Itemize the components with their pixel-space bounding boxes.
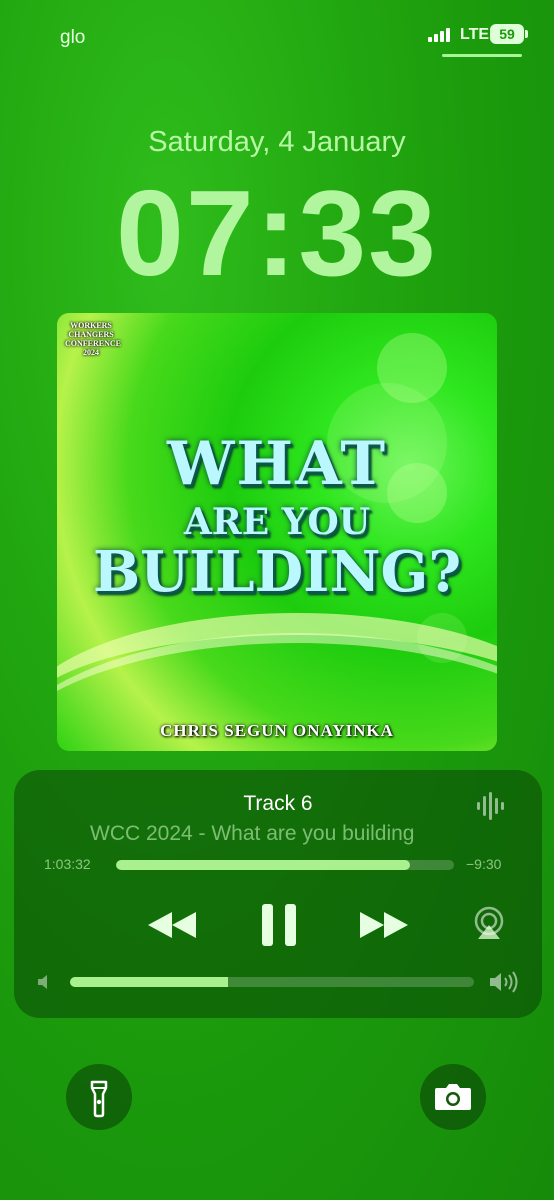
playback-progress-fill	[116, 860, 411, 870]
volume-slider[interactable]	[70, 977, 474, 987]
volume-low-icon	[38, 975, 47, 989]
flashlight-button[interactable]	[66, 1064, 132, 1130]
carrier-label: glo	[60, 27, 86, 48]
playback-scrubber[interactable]	[116, 860, 454, 870]
volume-high-icon	[490, 971, 518, 993]
battery-icon: 59	[490, 24, 524, 44]
artwork-title-line2: ARE YOU	[183, 501, 371, 543]
elapsed-time: 1:03:32	[44, 856, 91, 872]
volume-level-fill	[70, 977, 228, 987]
playback-controls	[14, 900, 542, 950]
signal-strength-icon	[428, 26, 454, 42]
network-type-label: LTE	[460, 26, 490, 43]
track-subtitle: WCC 2024 - What are you building	[90, 822, 415, 845]
artwork-artist: CHRIS SEGUN ONAYINKA	[160, 721, 394, 740]
status-indicator-bar	[442, 54, 522, 57]
lock-time: 07:33	[115, 165, 439, 301]
flashlight-icon	[90, 1080, 108, 1118]
artwork-title-line1: WHAT	[167, 429, 387, 499]
camera-button[interactable]	[420, 1064, 486, 1130]
remaining-time: −9:30	[466, 856, 502, 872]
conference-logo: WORKERS CHANGERS CONFERENCE 2024	[65, 321, 122, 357]
status-bar: glo LTE 59	[0, 0, 554, 70]
rewind-icon[interactable]	[144, 900, 200, 950]
airplay-icon[interactable]	[472, 906, 506, 940]
album-artwork[interactable]: WORKERS CHANGERS CONFERENCE 2024 WHAT AR…	[57, 313, 497, 751]
track-title: Track 6	[243, 792, 313, 815]
lock-date: Saturday, 4 January	[148, 126, 406, 158]
camera-icon	[435, 1084, 471, 1110]
waveform-icon[interactable]	[477, 792, 505, 820]
artwork-title-line3: BUILDING?	[92, 539, 462, 605]
battery-tip	[525, 30, 528, 38]
pause-icon[interactable]	[254, 900, 304, 950]
fast-forward-icon[interactable]	[356, 900, 412, 950]
now-playing-widget[interactable]: Track 6 WCC 2024 - What are you building…	[14, 770, 542, 1018]
